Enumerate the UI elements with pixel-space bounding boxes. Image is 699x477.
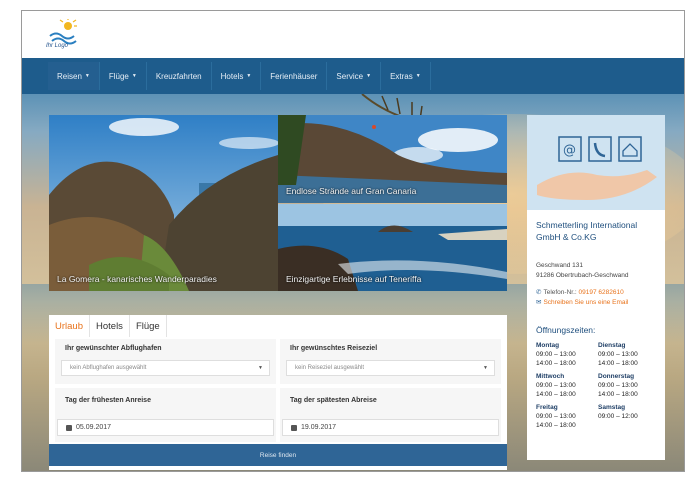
- hours-line: 14:00 – 18:00: [536, 422, 576, 429]
- hours-mittwoch: Mittwoch 09:00 – 13:00 14:00 – 18:00: [536, 372, 598, 399]
- earliest-date-group: Tag der frühesten Anreise 05.09.2017: [55, 388, 276, 442]
- hours-freitag: Freitag 09:00 – 13:00 14:00 – 18:00: [536, 403, 598, 430]
- tab-hotels[interactable]: Hotels: [90, 315, 130, 337]
- hours-donnerstag: Donnerstag 09:00 – 13:00 14:00 – 18:00: [598, 372, 660, 399]
- earliest-date-input[interactable]: 05.09.2017: [57, 419, 274, 436]
- logo-icon: [49, 17, 77, 45]
- departure-label: Ihr gewünschter Abflughafen: [65, 345, 162, 352]
- phone-link[interactable]: 09197 6282610: [579, 289, 624, 296]
- logo[interactable]: Ihr Logo: [46, 17, 86, 53]
- day-name: Montag: [536, 342, 560, 349]
- header: Ihr Logo: [22, 11, 684, 58]
- calendar-icon: [291, 424, 297, 431]
- browser-frame: Ihr Logo Reisen ▼ Flüge ▼ Kreuzfahrten Hotels…: [21, 10, 685, 472]
- opening-hours-title: Öffnungszeiten:: [536, 325, 596, 335]
- street: Geschwand 131: [536, 262, 583, 269]
- caret-down-icon: ▼: [246, 73, 252, 79]
- nav-item-label: Ferienhäuser: [270, 71, 318, 81]
- hours-samstag: Samstag 09:00 – 12:00: [598, 403, 660, 430]
- slide-teneriffa[interactable]: Einzigartige Erlebnisse auf Teneriffa: [278, 204, 507, 291]
- chevron-down-icon: ▼: [258, 365, 263, 371]
- tab-flüge[interactable]: Flüge: [130, 315, 167, 337]
- hours-line: 09:00 – 13:00: [598, 351, 638, 358]
- logo-text: Ihr Logo: [46, 43, 69, 49]
- slide-gran-canaria[interactable]: Endlose Strände auf Gran Canaria: [278, 115, 507, 203]
- email-row: ✉ Schreiben Sie uns eine Email: [536, 298, 628, 308]
- nav-item-hotels[interactable]: Hotels ▼: [212, 62, 262, 90]
- company-line-1: Schmetterling International: [536, 220, 638, 230]
- main-navigation: Reisen ▼ Flüge ▼ Kreuzfahrten Hotels ▼ Ferienhä…: [22, 58, 684, 94]
- hours-line: 14:00 – 18:00: [598, 360, 638, 367]
- contact-sidebar: @ Schmetterling International GmbH & Co.…: [527, 115, 665, 460]
- chevron-down-icon: ▼: [483, 365, 488, 371]
- nav-item-reisen[interactable]: Reisen ▼: [48, 62, 100, 90]
- hours-dienstag: Dienstag 09:00 – 13:00 14:00 – 18:00: [598, 341, 660, 368]
- slide-caption: Einzigartige Erlebnisse auf Teneriffa: [286, 274, 422, 284]
- hours-line: 09:00 – 13:00: [536, 413, 576, 420]
- destination-group: Ihr gewünschtes Reiseziel kein Reiseziel…: [280, 339, 501, 384]
- calendar-icon: [66, 424, 72, 431]
- company-line-2: GmbH & Co.KG: [536, 232, 597, 242]
- day-name: Donnerstag: [598, 373, 635, 380]
- latest-date-label: Tag der spätesten Abreise: [290, 397, 377, 404]
- svg-text:@: @: [563, 143, 576, 158]
- hours-line: 09:00 – 13:00: [536, 382, 576, 389]
- nav-item-ferienhäuser[interactable]: Ferienhäuser: [261, 62, 328, 90]
- departure-select[interactable]: kein Abflughafen ausgewählt ▼: [61, 360, 270, 376]
- earliest-date-value: 05.09.2017: [76, 424, 112, 431]
- day-name: Dienstag: [598, 342, 626, 349]
- slide-caption: Endlose Strände auf Gran Canaria: [286, 186, 417, 196]
- hours-line: 14:00 – 18:00: [536, 391, 576, 398]
- city: 91286 Obertrubach-Geschwand: [536, 272, 629, 279]
- contact-info: ✆ Telefon-Nr.: 09197 6282610 ✉ Schreiben S…: [536, 288, 628, 308]
- search-submit-button[interactable]: Reise finden: [49, 444, 507, 466]
- destination-label: Ihr gewünschtes Reiseziel: [290, 345, 378, 352]
- day-name: Samstag: [598, 404, 626, 411]
- nav-item-label: Kreuzfahrten: [155, 71, 202, 81]
- departure-group: Ihr gewünschter Abflughafen kein Abflugh…: [55, 339, 276, 384]
- hours-line: 09:00 – 13:00: [598, 382, 638, 389]
- nav-item-kreuzfahrten[interactable]: Kreuzfahrten: [147, 62, 212, 90]
- caret-down-icon: ▼: [131, 73, 137, 79]
- phone-icon: ✆: [536, 289, 542, 296]
- hours-line: 09:00 – 12:00: [598, 413, 638, 420]
- nav-item-label: Service: [336, 71, 364, 81]
- caret-down-icon: ▼: [366, 73, 372, 79]
- email-link[interactable]: Schreiben Sie uns eine Email: [543, 299, 628, 306]
- nav-item-extras[interactable]: Extras ▼: [381, 62, 431, 90]
- nav-item-label: Flüge: [108, 71, 129, 81]
- envelope-icon: ✉: [536, 299, 542, 306]
- latest-date-input[interactable]: 19.09.2017: [282, 419, 499, 436]
- address: Geschwand 131 91286 Obertrubach-Geschwan…: [536, 261, 629, 281]
- company-name: Schmetterling International GmbH & Co.KG: [536, 219, 661, 243]
- caret-down-icon: ▼: [84, 73, 90, 79]
- hours-line: 09:00 – 13:00: [536, 351, 576, 358]
- nav-item-flüge[interactable]: Flüge ▼: [100, 62, 147, 90]
- destination-select[interactable]: kein Reiseziel ausgewählt ▼: [286, 360, 495, 376]
- hours-montag: Montag 09:00 – 13:00 14:00 – 18:00: [536, 341, 598, 368]
- slide-la-gomera[interactable]: La Gomera - kanarisches Wanderparadies: [49, 115, 278, 291]
- day-name: Mittwoch: [536, 373, 565, 380]
- day-name: Freitag: [536, 404, 558, 411]
- latest-date-group: Tag der spätesten Abreise 19.09.2017: [280, 388, 501, 442]
- caret-down-icon: ▼: [415, 73, 421, 79]
- nav-item-label: Reisen: [57, 71, 82, 81]
- contact-hero-image: @: [527, 115, 665, 210]
- departure-value: kein Abflughafen ausgewählt: [70, 365, 147, 371]
- hours-line: 14:00 – 18:00: [598, 391, 638, 398]
- phone-label: Telefon-Nr.:: [543, 289, 577, 296]
- destination-value: kein Reiseziel ausgewählt: [295, 365, 365, 371]
- nav-item-label: Hotels: [220, 71, 244, 81]
- phone-row: ✆ Telefon-Nr.: 09197 6282610: [536, 288, 628, 298]
- tab-urlaub[interactable]: Urlaub: [49, 315, 90, 337]
- opening-hours-grid: Montag 09:00 – 13:00 14:00 – 18:00 Dienstag…: [536, 341, 661, 430]
- hours-line: 14:00 – 18:00: [536, 360, 576, 367]
- nav-item-label: Extras: [390, 71, 413, 81]
- slide-caption: La Gomera - kanarisches Wanderparadies: [57, 274, 217, 284]
- latest-date-value: 19.09.2017: [301, 424, 337, 431]
- nav-item-service[interactable]: Service ▼: [327, 62, 382, 90]
- earliest-date-label: Tag der frühesten Anreise: [65, 397, 151, 404]
